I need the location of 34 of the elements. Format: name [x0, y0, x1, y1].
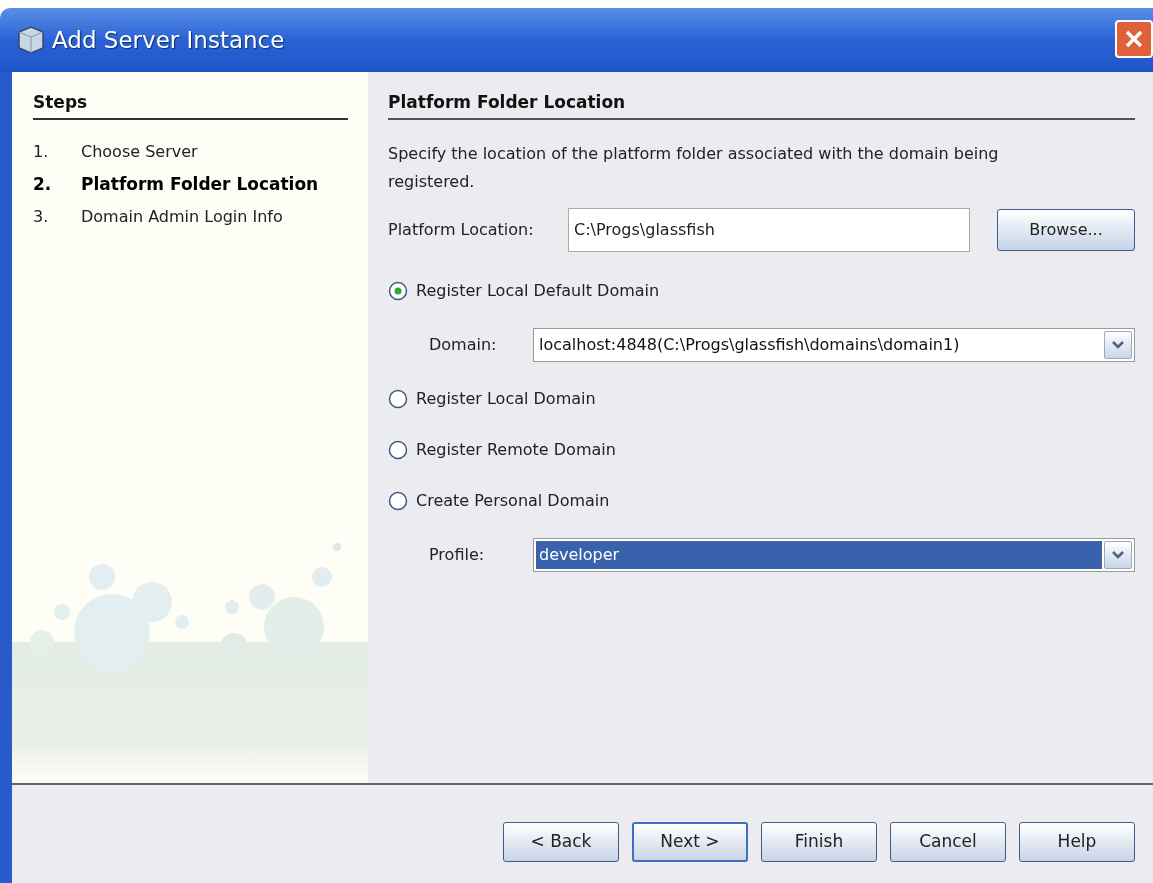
- radio-button[interactable]: [388, 491, 408, 511]
- cube-icon: [16, 25, 46, 55]
- dropdown-button[interactable]: [1104, 331, 1132, 359]
- dropdown[interactable]: localhost:4848(C:\Progs\glassfish\domains\domain1): [533, 328, 1135, 362]
- dialog-button[interactable]: Finish: [761, 822, 877, 862]
- dialog-button[interactable]: Cancel: [890, 822, 1006, 862]
- panel-heading: Platform Folder Location: [388, 90, 1135, 120]
- window-title: Add Server Instance: [52, 25, 285, 55]
- radio-option[interactable]: Register Local Default Domain: [388, 265, 660, 317]
- step-item[interactable]: 1. Choose Server: [33, 139, 348, 164]
- dropdown-button[interactable]: [1104, 541, 1132, 569]
- platform-location-field[interactable]: C:\Progs\glassfish: [568, 207, 970, 252]
- radio-option[interactable]: Register Local Domain: [388, 373, 596, 425]
- description-text: Specify the location of the platform folder associated with the domain being registered.: [388, 142, 1000, 193]
- field-label: Platform Location:: [388, 218, 535, 241]
- radio-button[interactable]: [388, 440, 408, 460]
- radio-button[interactable]: [388, 281, 408, 301]
- dialog-button[interactable]: Next >: [632, 822, 748, 862]
- field-label: Domain:: [429, 334, 498, 356]
- dropdown[interactable]: developer: [533, 538, 1135, 572]
- chevron-down-icon: [1111, 550, 1125, 560]
- field-label: Profile:: [429, 544, 486, 566]
- radio-option[interactable]: Register Remote Domain: [388, 424, 616, 476]
- chevron-down-icon: [1111, 340, 1125, 350]
- dialog-button[interactable]: < Back: [503, 822, 619, 862]
- radio-option[interactable]: Create Personal Domain: [388, 475, 610, 527]
- steps-heading: Steps: [33, 90, 348, 120]
- step-item[interactable]: 3. Domain Admin Login Info: [33, 205, 348, 229]
- radio-button[interactable]: [388, 389, 408, 409]
- close-icon: [1123, 28, 1145, 50]
- step-item[interactable]: 2. Platform Folder Location: [33, 171, 348, 197]
- close-button[interactable]: [1115, 20, 1153, 58]
- dialog-button[interactable]: Help: [1019, 822, 1135, 862]
- browse-button[interactable]: Browse...: [997, 208, 1135, 251]
